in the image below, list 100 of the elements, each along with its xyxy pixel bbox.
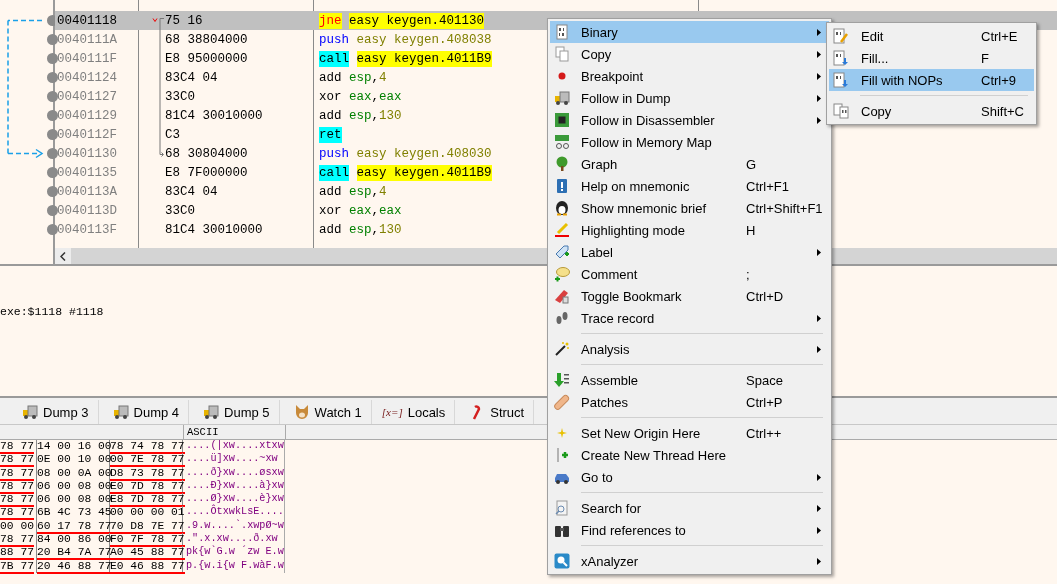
hex-text: 6B 4C 73 45 <box>37 506 112 521</box>
operand-text: , <box>371 69 380 86</box>
hex-text: 84 00 86 00 <box>37 533 112 548</box>
address-text: 0040111A <box>56 32 118 47</box>
operand-text: , <box>371 88 380 105</box>
bytes-text: 33C0 <box>165 203 195 218</box>
address-text: 00401129 <box>56 108 118 123</box>
hex-text: 60 17 78 77 <box>37 519 112 534</box>
address-text: 0040111F <box>56 51 118 66</box>
hex-text: 78 77 <box>0 440 34 454</box>
operand-text: easy keygen.4011B9 <box>356 50 492 67</box>
ascii-text: ....ð}xw....øsxw <box>186 466 284 478</box>
bytes-text: E8 95000000 <box>165 51 248 66</box>
ascii-text: .9.w....`.xwpØ~w <box>186 519 284 531</box>
ascii-text: ....Ø}xw....è}xw <box>186 493 284 505</box>
shortcut-text: F <box>981 50 990 66</box>
mnemonic-text: add <box>319 221 342 238</box>
hex-text: D8 73 78 77 <box>110 466 185 481</box>
hex-text: 00 00 <box>0 519 34 534</box>
hex-text: 78 77 <box>0 506 34 521</box>
bytes-text: 68 30804000 <box>165 146 248 161</box>
shortcut-text: H <box>746 222 757 238</box>
ascii-text: ....ü]xw....~xw <box>186 453 278 465</box>
hex-text: E0 46 88 77 <box>110 559 185 574</box>
shortcut-text: Space <box>746 372 784 388</box>
operand-text: eax <box>349 88 372 105</box>
bytes-text: 83C4 04 <box>165 70 218 85</box>
ascii-text: ....ÔtxwkLsE.... <box>186 506 284 518</box>
shortcut-text: Ctrl+Shift+F1 <box>746 200 823 216</box>
operand-text: 130 <box>379 221 402 238</box>
hex-text: A0 45 88 77 <box>110 546 185 561</box>
operand-text: eax <box>349 202 372 219</box>
operand-text: , <box>371 221 380 238</box>
hex-text: 78 74 78 77 <box>110 440 185 454</box>
hex-text: 0E 00 10 00 <box>37 453 112 468</box>
hex-text: 78 77 <box>0 533 34 548</box>
operand-text: easy keygen.401130 <box>349 12 485 29</box>
operand-text: , <box>371 107 380 124</box>
shortcut-text: Ctrl+E <box>981 28 1019 44</box>
hex-text: F0 7F 78 77 <box>110 533 185 548</box>
shortcut-text: Ctrl++ <box>746 425 783 441</box>
hex-text: 06 00 08 00 <box>37 493 112 508</box>
shortcut-text: Ctrl+9 <box>981 72 1018 88</box>
ascii-text: pk{w`G.w ´zw E.w <box>186 546 284 558</box>
operand-text: eax <box>379 202 402 219</box>
mnemonic-text: add <box>319 69 342 86</box>
address-text: 00401118 <box>56 13 118 28</box>
bytes-text: 68 38804000 <box>165 32 248 47</box>
ascii-text: ....Ð}xw....à}xw <box>186 479 284 491</box>
operand-text: easy keygen.408038 <box>356 31 492 48</box>
hex-text: 14 00 16 00 <box>37 440 112 454</box>
address-text: 00401124 <box>56 70 118 85</box>
operand-text: esp <box>349 221 372 238</box>
hex-text: 00 7E 78 77 <box>110 453 185 468</box>
variable-icon: [x=] <box>381 406 403 418</box>
bytes-text: E8 7F000000 <box>165 165 248 180</box>
ascii-text: ....(|xw....xtxw <box>186 440 284 451</box>
operand-text: esp <box>349 69 372 86</box>
address-text: 00401130 <box>56 146 118 161</box>
address-text: 00401135 <box>56 165 118 180</box>
operand-text: easy keygen.408030 <box>356 145 492 162</box>
bytes-text: 75 16 <box>165 13 203 28</box>
info-text: exe:$1118 #1118 <box>0 305 104 318</box>
shortcut-text: Ctrl+P <box>746 394 784 410</box>
operand-text: , <box>371 183 380 200</box>
address-text: 0040113D <box>56 203 118 218</box>
bytes-text: 81C4 30010000 <box>165 108 263 123</box>
hex-text: 20 46 88 77 <box>37 559 112 574</box>
ascii-text: p.{w.i{w F.wàF.w <box>186 559 284 571</box>
bytes-text: 33C0 <box>165 89 195 104</box>
hex-text: 00 00 00 01 <box>110 506 185 521</box>
operand-text: 4 <box>379 183 387 200</box>
operand-text: , <box>371 202 380 219</box>
mnemonic-text: ret <box>319 126 342 143</box>
hex-text: E8 7D 78 77 <box>110 493 185 508</box>
hex-text: 88 77 <box>0 546 34 561</box>
bytes-text: 81C4 30010000 <box>165 222 263 237</box>
mnemonic-text: add <box>319 107 342 124</box>
mnemonic-text: xor <box>319 88 342 105</box>
operand-text: esp <box>349 107 372 124</box>
shortcut-text: ; <box>746 266 751 282</box>
hex-text: 08 00 0A 00 <box>37 466 112 481</box>
mnemonic-text: call <box>319 50 349 67</box>
mnemonic-text: call <box>319 164 349 181</box>
shortcut-text: Shift+C <box>981 103 1025 119</box>
shortcut-text: Ctrl+F1 <box>746 178 790 194</box>
mnemonic-text: push <box>319 145 349 162</box>
bytes-text: C3 <box>165 127 180 142</box>
address-text: 00401127 <box>56 89 118 104</box>
bytes-text: 83C4 04 <box>165 184 218 199</box>
mnemonic-text: jne <box>319 12 342 29</box>
hex-text: 70 D8 7E 77 <box>110 519 185 534</box>
hex-text: 7B 77 <box>0 559 34 574</box>
address-text: 0040113F <box>56 222 118 237</box>
mnemonic-text: xor <box>319 202 342 219</box>
operand-text: easy keygen.4011B9 <box>356 164 492 181</box>
hex-text: 78 77 <box>0 493 34 508</box>
hex-text: E0 7D 78 77 <box>110 479 185 494</box>
hex-text: 78 77 <box>0 453 34 468</box>
operand-text: esp <box>349 183 372 200</box>
